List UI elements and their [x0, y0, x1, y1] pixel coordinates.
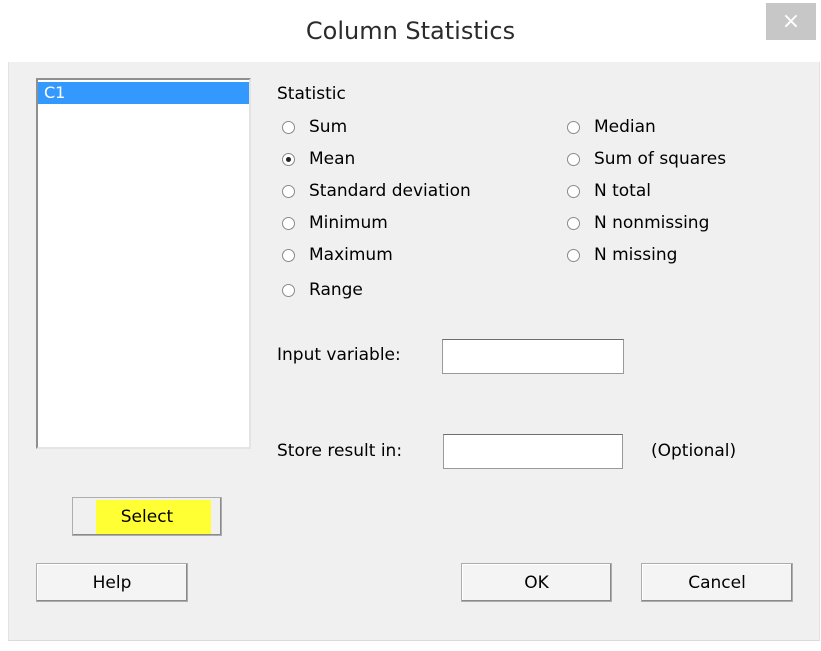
title-bar: Column Statistics ×	[0, 0, 821, 62]
column-statistics-dialog: Column Statistics × C1 Statistic Sum Mea…	[0, 0, 821, 651]
close-icon: ×	[781, 9, 801, 34]
radio-circle	[567, 216, 580, 230]
store-result-field[interactable]	[443, 434, 623, 469]
radio-label: Minimum	[309, 213, 388, 233]
radio-n-total[interactable]: N total	[567, 180, 651, 202]
input-variable-label: Input variable:	[277, 345, 401, 365]
cancel-button-label: Cancel	[688, 572, 746, 593]
radio-circle	[567, 184, 580, 198]
radio-label: Median	[594, 117, 656, 137]
radio-label: N nonmissing	[594, 213, 710, 233]
radio-label: Mean	[309, 149, 356, 169]
radio-label: Range	[309, 280, 363, 300]
input-variable-field[interactable]	[442, 339, 624, 374]
radio-minimum[interactable]: Minimum	[282, 212, 388, 234]
radio-label: N total	[594, 181, 651, 201]
help-button-label: Help	[92, 572, 132, 593]
variable-item-c1[interactable]: C1	[38, 82, 249, 104]
select-button[interactable]: Select	[72, 497, 222, 536]
radio-circle	[282, 120, 295, 134]
radio-range[interactable]: Range	[282, 279, 363, 301]
statistic-heading: Statistic	[277, 84, 346, 104]
ok-button[interactable]: OK	[461, 563, 612, 602]
radio-median[interactable]: Median	[567, 116, 656, 138]
radio-circle	[282, 184, 295, 198]
help-button[interactable]: Help	[36, 563, 188, 602]
dialog-title: Column Statistics	[305, 17, 516, 45]
radio-label: Maximum	[309, 245, 393, 265]
radio-circle	[282, 283, 295, 297]
radio-circle	[282, 216, 295, 230]
radio-sum-of-squares[interactable]: Sum of squares	[567, 148, 726, 170]
radio-label: Sum of squares	[594, 149, 727, 169]
store-result-label: Store result in:	[277, 441, 403, 461]
radio-maximum[interactable]: Maximum	[282, 244, 393, 266]
close-button[interactable]: ×	[766, 3, 816, 40]
radio-label: Sum	[309, 117, 348, 137]
cancel-button[interactable]: Cancel	[641, 563, 793, 602]
radio-label: Standard deviation	[309, 181, 471, 201]
radio-circle	[567, 120, 580, 134]
ok-button-label: OK	[524, 572, 549, 593]
optional-note: (Optional)	[651, 441, 737, 461]
radio-standard-deviation[interactable]: Standard deviation	[282, 180, 471, 202]
radio-n-missing[interactable]: N missing	[567, 244, 677, 266]
radio-sum[interactable]: Sum	[282, 116, 347, 138]
radio-circle	[567, 248, 580, 262]
radio-n-nonmissing[interactable]: N nonmissing	[567, 212, 709, 234]
radio-circle	[567, 152, 580, 166]
radio-mean[interactable]: Mean	[282, 148, 355, 170]
radio-label: N missing	[594, 245, 678, 265]
radio-circle-selected	[282, 152, 295, 166]
select-button-label: Select	[120, 506, 174, 527]
radio-circle	[282, 248, 295, 262]
variable-list[interactable]: C1	[36, 78, 251, 449]
